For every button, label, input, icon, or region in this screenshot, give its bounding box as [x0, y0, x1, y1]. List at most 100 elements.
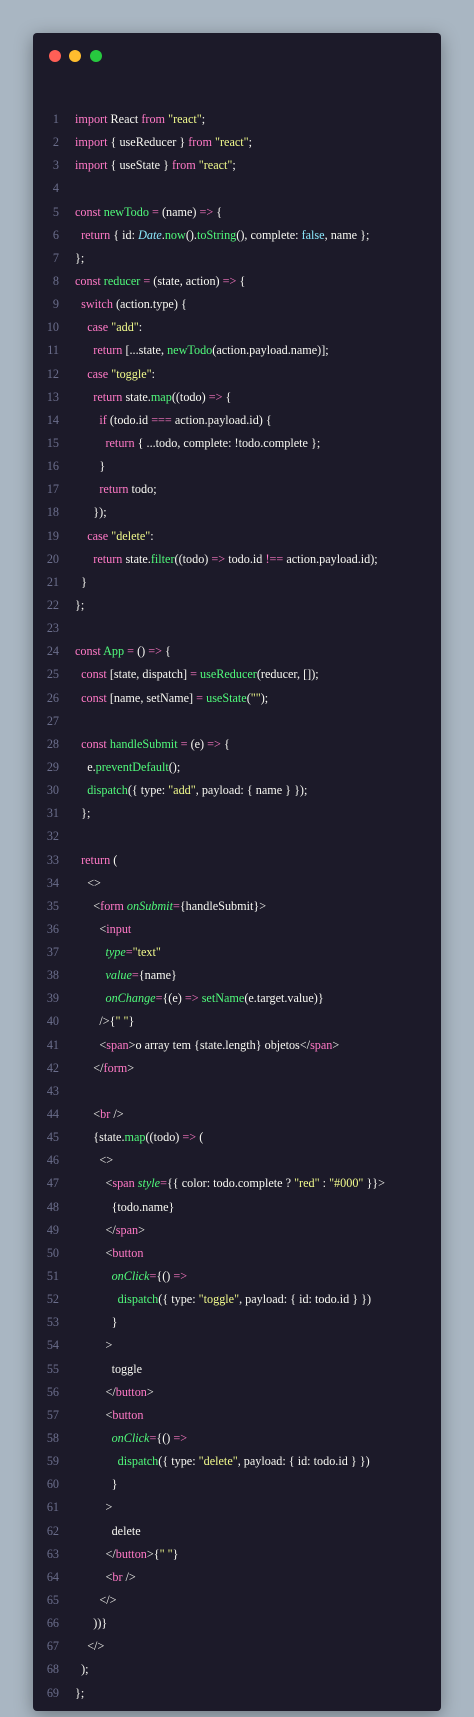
- code-token: "#000": [329, 1176, 364, 1191]
- code-token: );: [75, 1662, 89, 1677]
- line-number: 5: [52, 204, 59, 219]
- code-line: 34 <>: [33, 872, 441, 895]
- line-number: 69: [46, 1685, 59, 1700]
- line-number: 52: [46, 1292, 59, 1307]
- code-token: "red": [294, 1176, 320, 1191]
- line-number: 2: [52, 135, 59, 150]
- code-token: handleSubmit: [109, 736, 178, 751]
- code-line: 68 );: [33, 1658, 441, 1681]
- code-token: (name): [158, 204, 200, 219]
- code-line: 46 <>: [33, 1149, 441, 1172]
- code-line: 26 const [name, setName] = useState("");: [33, 687, 441, 710]
- line-text: <input: [75, 918, 131, 941]
- code-token: return: [93, 551, 123, 566]
- code-token: onClick: [111, 1431, 150, 1446]
- line-text: const reducer = (state, action) => {: [75, 270, 245, 293]
- line-number: 30: [46, 783, 59, 798]
- code-line: 47 <span style={{ color: todo.complete ?…: [33, 1172, 441, 1195]
- code-token: [...state,: [122, 343, 168, 358]
- code-token: delete: [75, 1523, 141, 1538]
- code-line: 38 value={name}: [33, 964, 441, 987]
- line-number: 49: [46, 1222, 59, 1237]
- code-line: 55 toggle: [33, 1358, 441, 1381]
- line-text: <>: [75, 872, 101, 895]
- code-line: 24 const App = () => {: [33, 640, 441, 663]
- code-token: value: [105, 968, 132, 983]
- code-line: 44 <br />: [33, 1103, 441, 1126]
- minimize-window-button[interactable]: [69, 50, 81, 62]
- code-token: ===: [151, 412, 172, 427]
- code-token: =: [131, 968, 139, 983]
- code-token: <: [75, 1407, 113, 1422]
- code-token: ;: [248, 135, 253, 150]
- code-line: 48 {todo.name}: [33, 1196, 441, 1219]
- code-token: {(): [156, 1269, 174, 1284]
- code-token: span: [112, 1176, 135, 1191]
- line-text: import React from "react";: [75, 108, 205, 131]
- code-token: if: [99, 412, 107, 427]
- line-text: return todo;: [75, 478, 156, 501]
- line-number: 15: [46, 435, 59, 450]
- code-token: }: [75, 1477, 118, 1492]
- code-line: 13 return state.map((todo) => {: [33, 386, 441, 409]
- code-line: 43: [33, 1080, 441, 1103]
- code-token: const: [75, 273, 101, 288]
- line-text: case "add":: [75, 316, 142, 339]
- line-text: import { useState } from "react";: [75, 154, 236, 177]
- code-token: >{: [146, 1546, 160, 1561]
- code-token: span: [310, 1037, 333, 1052]
- code-token: button: [112, 1245, 144, 1260]
- code-line: 40 />{" "}: [33, 1010, 441, 1033]
- line-number: 54: [46, 1338, 59, 1353]
- code-token: const: [75, 644, 101, 659]
- code-token: import: [75, 135, 108, 150]
- close-window-button[interactable]: [49, 50, 61, 62]
- code-token: };: [75, 806, 91, 821]
- line-text: onClick={() =>: [75, 1427, 188, 1450]
- line-number: 43: [46, 1083, 59, 1098]
- code-token: return: [105, 435, 135, 450]
- line-number: 17: [46, 482, 59, 497]
- code-token: {(): [156, 1431, 174, 1446]
- code-token: "add": [168, 783, 196, 798]
- code-token: , payload: { id: todo.id } }): [237, 1454, 370, 1469]
- line-number: 26: [46, 690, 59, 705]
- code-token: <: [75, 921, 107, 936]
- code-token: (: [196, 1130, 204, 1145]
- line-number: 45: [46, 1130, 59, 1145]
- code-token: useState: [206, 690, 247, 705]
- code-token: </: [75, 1384, 116, 1399]
- code-token: =: [172, 898, 180, 913]
- line-number: 57: [46, 1407, 59, 1422]
- line-text: const handleSubmit = (e) => {: [75, 733, 230, 756]
- maximize-window-button[interactable]: [90, 50, 102, 62]
- line-number: 55: [46, 1361, 59, 1376]
- line-text: >: [75, 1496, 112, 1519]
- code-token: {handleSubmit}>: [179, 898, 267, 913]
- code-line: 2 import { useReducer } from "react";: [33, 131, 441, 154]
- code-line: 23: [33, 617, 441, 640]
- line-number: 1: [52, 112, 59, 126]
- code-token: (): [134, 644, 149, 659]
- line-number: 59: [46, 1454, 59, 1469]
- code-line: 14 if (todo.id === action.payload.id) {: [33, 409, 441, 432]
- code-token: };: [75, 1685, 85, 1700]
- code-token: br: [100, 1107, 111, 1122]
- line-number: 7: [52, 250, 59, 265]
- code-line: 63 </button>{" "}: [33, 1543, 441, 1566]
- code-token: preventDefault: [95, 759, 169, 774]
- code-token: newTodo: [103, 204, 149, 219]
- line-text: const newTodo = (name) => {: [75, 201, 222, 224]
- line-text: />{" "}: [75, 1010, 134, 1033]
- code-token: return: [81, 852, 111, 867]
- code-token: >: [138, 1222, 145, 1237]
- code-token: onSubmit: [126, 898, 173, 913]
- line-number: 32: [46, 829, 59, 844]
- code-line: 37 type="text": [33, 941, 441, 964]
- code-line: 59 dispatch({ type: "delete", payload: {…: [33, 1450, 441, 1473]
- code-line: 11 return [...state, newTodo(action.payl…: [33, 339, 441, 362]
